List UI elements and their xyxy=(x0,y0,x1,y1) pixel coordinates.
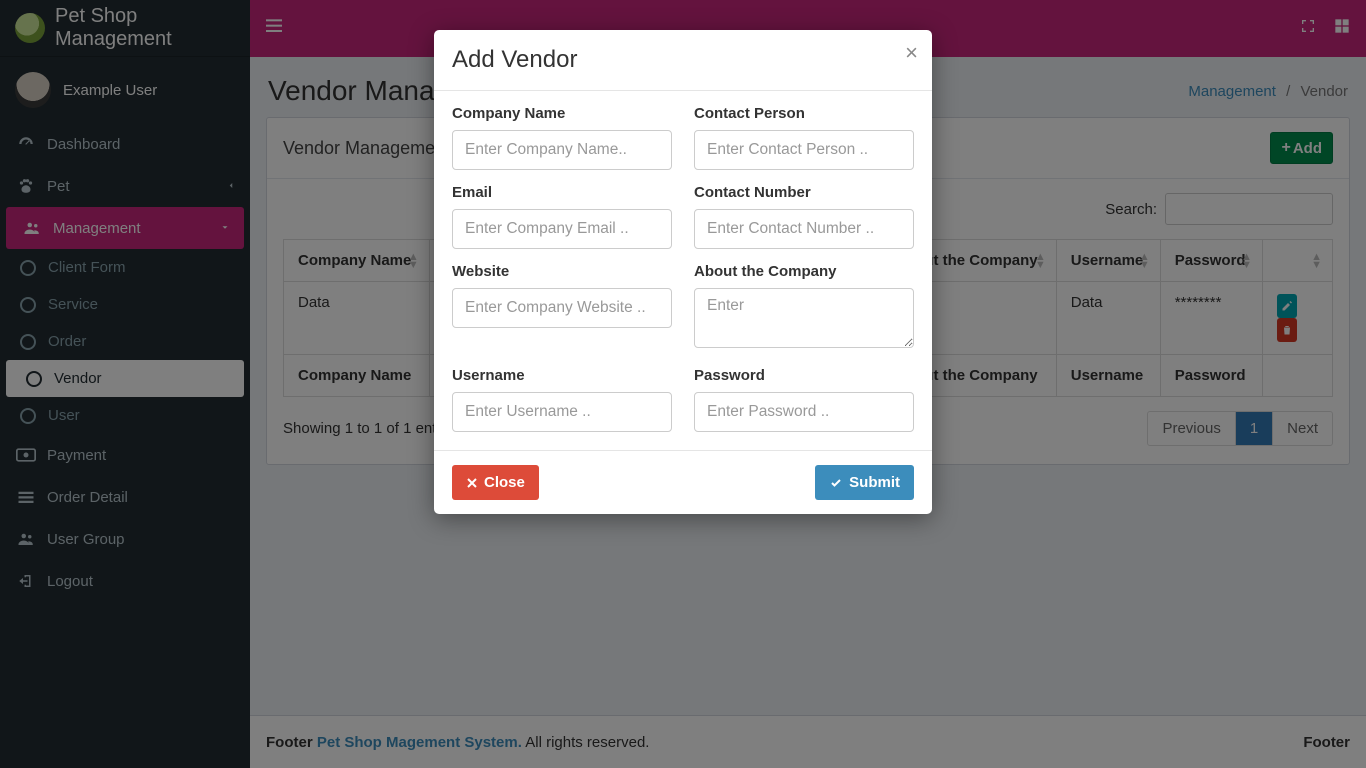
field-email: Email xyxy=(452,184,672,249)
label-about: About the Company xyxy=(694,263,914,280)
label-company: Company Name xyxy=(452,105,672,122)
label-website: Website xyxy=(452,263,672,280)
submit-label: Submit xyxy=(849,474,900,491)
field-company: Company Name xyxy=(452,105,672,170)
close-icon[interactable]: × xyxy=(905,40,918,66)
field-about: About the Company xyxy=(694,263,914,353)
modal-body: Company Name Contact Person Email Contac… xyxy=(434,91,932,450)
modal-header: Add Vendor × xyxy=(434,30,932,91)
x-icon xyxy=(466,477,478,489)
label-contact-number: Contact Number xyxy=(694,184,914,201)
modal-footer: Close Submit xyxy=(434,450,932,514)
modal-title: Add Vendor xyxy=(452,46,914,74)
input-about[interactable] xyxy=(694,288,914,348)
input-email[interactable] xyxy=(452,209,672,249)
field-username: Username xyxy=(452,367,672,432)
close-button[interactable]: Close xyxy=(452,465,539,500)
submit-button[interactable]: Submit xyxy=(815,465,914,500)
input-contact-number[interactable] xyxy=(694,209,914,249)
input-contact-person[interactable] xyxy=(694,130,914,170)
field-contact-number: Contact Number xyxy=(694,184,914,249)
label-username: Username xyxy=(452,367,672,384)
label-email: Email xyxy=(452,184,672,201)
field-website: Website xyxy=(452,263,672,353)
field-contact-person: Contact Person xyxy=(694,105,914,170)
close-label: Close xyxy=(484,474,525,491)
input-website[interactable] xyxy=(452,288,672,328)
field-password: Password xyxy=(694,367,914,432)
label-password: Password xyxy=(694,367,914,384)
input-username[interactable] xyxy=(452,392,672,432)
input-company[interactable] xyxy=(452,130,672,170)
check-icon xyxy=(829,477,843,489)
label-contact-person: Contact Person xyxy=(694,105,914,122)
input-password[interactable] xyxy=(694,392,914,432)
add-vendor-modal: Add Vendor × Company Name Contact Person… xyxy=(434,30,932,514)
